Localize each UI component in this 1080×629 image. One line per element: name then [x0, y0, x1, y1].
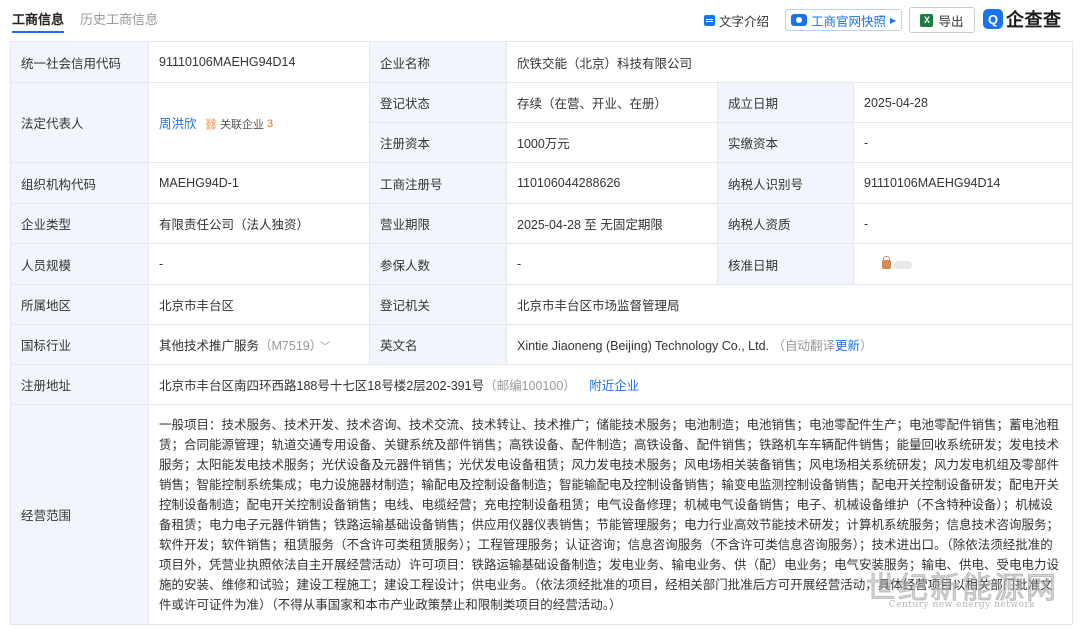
- company-name-value: 欣铁交能（北京）科技有限公司: [505, 41, 1074, 83]
- related-companies-tag[interactable]: ⛓ 关联企业 3: [204, 116, 273, 132]
- english-name-value: Xintie Jiaoneng (Beijing) Technology Co.…: [517, 339, 770, 353]
- approval-date-label: 核准日期: [717, 243, 854, 285]
- reg-authority-label: 登记机关: [369, 284, 507, 325]
- taxpayer-id-value: 91110106MAEHG94D14: [852, 162, 1074, 204]
- postcode: （邮编100100）: [484, 379, 576, 393]
- address-value: 北京市丰台区南四环西路188号十七区18号楼2层202-391号: [159, 379, 485, 393]
- legal-rep-cell: 周洪欣 ⛓ 关联企业 3: [148, 82, 370, 163]
- taxpayer-qual-label: 纳税人资质: [717, 203, 854, 244]
- business-term-value: 2025-04-28 至 无固定期限: [506, 203, 718, 244]
- company-type-label: 企业类型: [10, 203, 149, 244]
- business-term-label: 营业期限: [369, 203, 507, 244]
- reg-status-label: 登记状态: [369, 82, 507, 123]
- taxpayer-id-label: 纳税人识别号: [717, 162, 854, 204]
- reg-status-value: 存续（在营、开业、在册）: [506, 82, 718, 123]
- update-link[interactable]: 更新: [835, 339, 860, 353]
- address-cell: 北京市丰台区南四环西路188号十七区18号楼2层202-391号（邮编10010…: [147, 364, 1074, 405]
- industry-value: 其他技术推广服务: [159, 339, 260, 353]
- scope-label: 经营范围: [10, 404, 149, 625]
- insured-label: 参保人数: [369, 243, 507, 285]
- paid-capital-value: -: [852, 122, 1074, 163]
- export-button[interactable]: X 导出: [909, 7, 975, 33]
- reg-capital-label: 注册资本: [369, 122, 507, 163]
- nearby-companies-link[interactable]: 附近企业: [589, 379, 639, 393]
- text-intro-label: 文字介绍: [719, 14, 770, 29]
- est-date-value: 2025-04-28: [852, 82, 1074, 123]
- approval-date-cell[interactable]: [852, 243, 1074, 285]
- legal-rep-label: 法定代表人: [10, 82, 149, 163]
- staff-size-value: -: [148, 243, 370, 285]
- excel-icon: X: [920, 13, 934, 27]
- auto-translate-note-end: ）: [860, 339, 873, 353]
- credit-code-value: 91110106MAEHG94D14: [148, 41, 370, 83]
- document-icon: [704, 14, 715, 26]
- english-name-cell: Xintie Jiaoneng (Beijing) Technology Co.…: [505, 324, 1074, 365]
- table-row: 经营范围 一般项目：技术服务、技术开发、技术咨询、技术交流、技术转让、技术推广；…: [10, 404, 1074, 625]
- english-name-label: 英文名: [369, 324, 507, 365]
- top-bar: 工商信息 历史工商信息 文字介绍 工商官网快照 ▶ X 导出 Q 企查查: [0, 0, 1080, 40]
- industry-cell[interactable]: 其他技术推广服务（M7519） ﹀: [148, 324, 370, 365]
- link-icon: ⛓: [204, 118, 218, 131]
- qichacha-logo: Q 企查查: [983, 7, 1062, 31]
- export-label: 导出: [938, 14, 964, 29]
- text-intro-button[interactable]: 文字介绍: [704, 9, 769, 31]
- region-label: 所属地区: [10, 284, 149, 325]
- active-tab-indicator: [12, 31, 64, 33]
- snapshot-label: 工商官网快照: [811, 14, 887, 29]
- industry-label: 国标行业: [10, 324, 149, 365]
- table-row: 企业类型 有限责任公司（法人独资） 营业期限 2025-04-28 至 无固定期…: [10, 203, 1074, 244]
- paid-capital-label: 实缴资本: [717, 122, 854, 163]
- insured-value: -: [506, 243, 718, 285]
- company-name-label: 企业名称: [369, 41, 507, 83]
- table-row: 统一社会信用代码 91110106MAEHG94D14 企业名称 欣铁交能（北京…: [10, 41, 1074, 83]
- credit-code-label: 统一社会信用代码: [10, 41, 149, 83]
- logo-text: 企查查: [1006, 10, 1062, 30]
- legal-rep-link[interactable]: 周洪欣: [159, 117, 197, 131]
- related-companies-count: 3: [266, 118, 274, 131]
- scope-value: 一般项目：技术服务、技术开发、技术咨询、技术交流、技术转让、技术推广；储能技术服…: [147, 404, 1074, 625]
- address-label: 注册地址: [10, 364, 149, 405]
- blurred-value: [894, 260, 912, 269]
- lock-icon: [882, 256, 891, 269]
- camera-icon: [791, 14, 807, 26]
- table-row: 国标行业 其他技术推广服务（M7519） ﹀ 英文名 Xintie Jiaonen…: [10, 324, 1074, 365]
- snapshot-button[interactable]: 工商官网快照 ▶: [785, 9, 903, 31]
- table-row: 组织机构代码 MAEHG94D-1 工商注册号 110106044288626 …: [10, 162, 1074, 204]
- table-row: 所属地区 北京市丰台区 登记机关 北京市丰台区市场监督管理局: [10, 284, 1074, 325]
- business-info-table: 统一社会信用代码 91110106MAEHG94D14 企业名称 欣铁交能（北京…: [10, 41, 1074, 625]
- table-row: 法定代表人 周洪欣 ⛓ 关联企业 3 登记状态 存续（在营、开业、在册） 成立日…: [10, 82, 1074, 163]
- chevron-down-icon[interactable]: ﹀: [320, 342, 330, 353]
- staff-size-label: 人员规模: [10, 243, 149, 285]
- tab-business-info[interactable]: 工商信息: [12, 12, 64, 28]
- org-code-label: 组织机构代码: [10, 162, 149, 204]
- table-row: 人员规模 - 参保人数 - 核准日期: [10, 243, 1074, 285]
- reg-capital-value: 1000万元: [506, 122, 718, 163]
- company-type-value: 有限责任公司（法人独资）: [148, 203, 370, 244]
- play-icon: ▶: [890, 15, 897, 25]
- region-value: 北京市丰台区: [148, 284, 370, 325]
- est-date-label: 成立日期: [717, 82, 854, 123]
- org-code-value: MAEHG94D-1: [148, 162, 370, 204]
- related-companies-label: 关联企业: [219, 119, 264, 132]
- table-row: 注册地址 北京市丰台区南四环西路188号十七区18号楼2层202-391号（邮编…: [10, 364, 1074, 405]
- industry-code: （M7519）: [259, 339, 316, 353]
- logo-mark-icon: Q: [983, 9, 1003, 29]
- reg-no-label: 工商注册号: [369, 162, 507, 204]
- auto-translate-note: （自动翻译: [772, 339, 836, 353]
- reg-authority-value: 北京市丰台区市场监督管理局: [505, 284, 1074, 325]
- taxpayer-qual-value: -: [852, 203, 1074, 244]
- reg-no-value: 110106044288626: [506, 162, 718, 204]
- tab-history-business-info[interactable]: 历史工商信息: [80, 12, 158, 28]
